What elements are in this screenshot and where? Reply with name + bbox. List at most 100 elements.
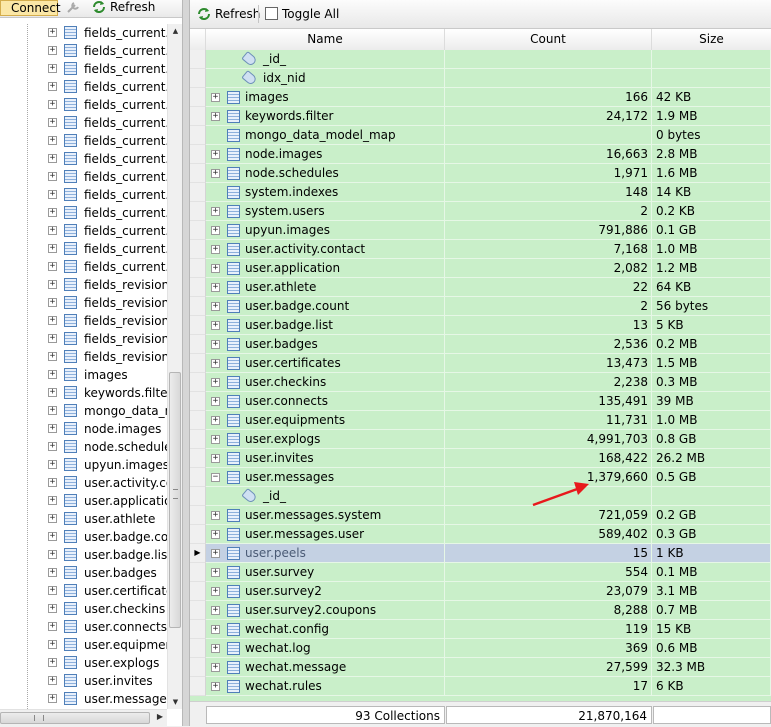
row-indicator[interactable] <box>190 50 206 69</box>
expand-plus-icon[interactable]: + <box>48 100 57 109</box>
expand-plus-icon[interactable]: + <box>211 283 220 292</box>
expand-plus-icon[interactable]: + <box>48 640 57 649</box>
expand-plus-icon[interactable]: + <box>48 406 57 415</box>
scroll-right-arrow-icon[interactable]: ▶ <box>157 712 163 721</box>
tree-item[interactable]: + user.explogs <box>0 654 167 672</box>
expand-plus-icon[interactable]: + <box>48 622 57 631</box>
expand-plus-icon[interactable]: + <box>211 226 220 235</box>
tree-item[interactable]: + fields_current.n <box>0 96 167 114</box>
expand-plus-icon[interactable]: + <box>48 388 57 397</box>
tree-item[interactable]: + mongo_data_m <box>0 402 167 420</box>
expand-plus-icon[interactable]: + <box>48 64 57 73</box>
tree-item[interactable]: + images <box>0 366 167 384</box>
expand-plus-icon[interactable]: + <box>48 190 57 199</box>
scroll-up-arrow-icon[interactable]: ▲ <box>168 24 182 38</box>
collection-row[interactable]: + upyun.images 791,886 0.1 GB <box>190 221 771 240</box>
expand-plus-icon[interactable]: + <box>48 604 57 613</box>
expand-plus-icon[interactable]: + <box>48 316 57 325</box>
expand-plus-icon[interactable]: + <box>48 496 57 505</box>
row-indicator[interactable] <box>190 297 206 316</box>
row-indicator[interactable]: ▶ <box>190 544 206 563</box>
collapse-minus-icon[interactable]: − <box>211 473 220 482</box>
expand-plus-icon[interactable]: + <box>48 568 57 577</box>
row-indicator[interactable] <box>190 278 206 297</box>
collection-row[interactable]: − user.messages 1,379,660 0.5 GB <box>190 468 771 487</box>
expand-plus-icon[interactable]: + <box>211 378 220 387</box>
expand-plus-icon[interactable]: + <box>48 694 57 703</box>
expand-plus-icon[interactable]: + <box>48 550 57 559</box>
expand-plus-icon[interactable]: + <box>211 302 220 311</box>
row-indicator[interactable] <box>190 525 206 544</box>
row-indicator[interactable] <box>190 183 206 202</box>
collection-row[interactable]: + wechat.config 119 15 KB <box>190 620 771 639</box>
expand-plus-icon[interactable]: + <box>48 226 57 235</box>
collection-row[interactable]: + system.users 2 0.2 KB <box>190 202 771 221</box>
expand-plus-icon[interactable]: + <box>211 682 220 691</box>
tree-item[interactable]: + upyun.images <box>0 456 167 474</box>
tree-item[interactable]: + fields_revision.c <box>0 312 167 330</box>
expand-plus-icon[interactable]: + <box>48 370 57 379</box>
row-indicator[interactable] <box>190 354 206 373</box>
collection-row[interactable]: + images 166 42 KB <box>190 88 771 107</box>
tree-item[interactable]: + fields_current.s <box>0 186 167 204</box>
collection-row[interactable]: + user.athlete 22 64 KB <box>190 278 771 297</box>
expand-plus-icon[interactable]: + <box>48 82 57 91</box>
expand-plus-icon[interactable]: + <box>48 136 57 145</box>
tree-item[interactable]: + user.activity.co <box>0 474 167 492</box>
column-header-count[interactable]: Count <box>445 29 652 50</box>
row-indicator[interactable] <box>190 164 206 183</box>
expand-plus-icon[interactable]: + <box>211 112 220 121</box>
tree-item[interactable]: + fields_current.ta <box>0 240 167 258</box>
tree-item[interactable]: + user.badges <box>0 564 167 582</box>
collection-row[interactable]: mongo_data_model_map 0 bytes <box>190 126 771 145</box>
expand-plus-icon[interactable]: + <box>211 359 220 368</box>
expand-plus-icon[interactable]: + <box>48 352 57 361</box>
expand-plus-icon[interactable]: + <box>48 424 57 433</box>
wrench-icon[interactable] <box>62 0 84 16</box>
row-indicator[interactable] <box>190 563 206 582</box>
tree-item[interactable]: + fields_current.ta <box>0 222 167 240</box>
collection-row[interactable]: + user.application 2,082 1.2 MB <box>190 259 771 278</box>
expand-plus-icon[interactable]: + <box>211 587 220 596</box>
connect-button[interactable]: Connect <box>0 0 61 16</box>
expand-plus-icon[interactable]: + <box>211 150 220 159</box>
expand-plus-icon[interactable]: + <box>211 606 220 615</box>
panel-splitter[interactable] <box>182 0 190 726</box>
tree-item[interactable]: + user.certificates <box>0 582 167 600</box>
expand-plus-icon[interactable]: + <box>48 118 57 127</box>
collection-row[interactable]: system.indexes 148 14 KB <box>190 183 771 202</box>
tree-item[interactable]: + fields_current.s <box>0 168 167 186</box>
row-indicator[interactable] <box>190 202 206 221</box>
tree-item[interactable]: + user.equipmen <box>0 636 167 654</box>
collection-row[interactable]: + user.connects 135,491 39 MB <box>190 392 771 411</box>
tree-item[interactable]: + node.images <box>0 420 167 438</box>
tree-item[interactable]: + fields_revision.c <box>0 330 167 348</box>
expand-plus-icon[interactable]: + <box>48 172 57 181</box>
expand-plus-icon[interactable]: + <box>211 435 220 444</box>
expand-plus-icon[interactable]: + <box>48 514 57 523</box>
expand-plus-icon[interactable]: + <box>48 280 57 289</box>
expand-plus-icon[interactable]: + <box>48 334 57 343</box>
expand-plus-icon[interactable]: + <box>211 169 220 178</box>
collection-row[interactable]: + user.activity.contact 7,168 1.0 MB <box>190 240 771 259</box>
tree-item[interactable]: + fields_current.u <box>0 258 167 276</box>
tree-item[interactable]: + fields_current.c <box>0 42 167 60</box>
expand-plus-icon[interactable]: + <box>48 658 57 667</box>
tree-item[interactable]: + user.badge.cou <box>0 528 167 546</box>
collection-row[interactable]: + user.badge.list 13 5 KB <box>190 316 771 335</box>
expand-plus-icon[interactable]: + <box>211 644 220 653</box>
expand-plus-icon[interactable]: + <box>211 416 220 425</box>
index-row[interactable]: _id_ <box>190 487 771 506</box>
expand-plus-icon[interactable]: + <box>48 676 57 685</box>
row-indicator[interactable] <box>190 430 206 449</box>
expand-plus-icon[interactable]: + <box>48 28 57 37</box>
row-indicator[interactable] <box>190 449 206 468</box>
row-indicator[interactable] <box>190 620 206 639</box>
row-indicator[interactable] <box>190 145 206 164</box>
collection-row[interactable]: + wechat.log 369 0.6 MB <box>190 639 771 658</box>
collection-row[interactable]: + user.invites 168,422 26.2 MB <box>190 449 771 468</box>
expand-plus-icon[interactable]: + <box>48 442 57 451</box>
collection-row[interactable]: + keywords.filter 24,172 1.9 MB <box>190 107 771 126</box>
row-indicator[interactable] <box>190 259 206 278</box>
tree-item[interactable]: + fields_current.s <box>0 204 167 222</box>
